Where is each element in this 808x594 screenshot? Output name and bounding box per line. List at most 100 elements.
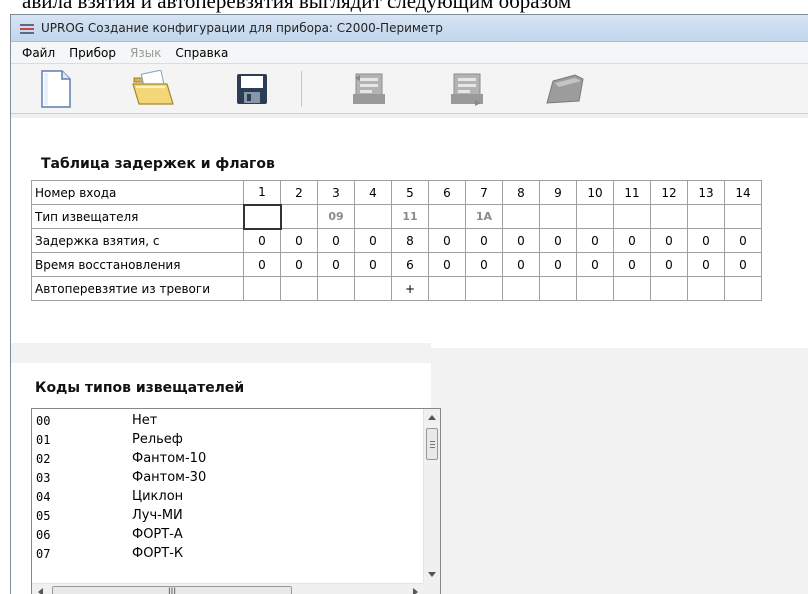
menu-language[interactable]: Язык [123, 42, 168, 64]
table-cell[interactable]: 0 [317, 228, 355, 253]
table-cell[interactable]: 6 [391, 252, 429, 277]
table-cell[interactable]: 0 [687, 228, 725, 253]
list-item[interactable]: 07 ФОРТ-К [32, 544, 422, 563]
table-cell[interactable]: 0 [724, 252, 762, 277]
table-cell[interactable] [354, 204, 392, 229]
table-cell[interactable]: 11 [391, 204, 429, 229]
list-item[interactable]: 02 Фантом-10 [32, 449, 422, 468]
delay-table-row: Автоперевзятие из тревоги + [31, 276, 762, 301]
scroll-right-icon[interactable] [413, 588, 418, 594]
horizontal-scroll-thumb[interactable]: III [52, 586, 292, 594]
table-cell[interactable] [428, 276, 466, 301]
codes-list-title: Коды типов извещателей [35, 380, 245, 396]
table-cell[interactable]: 1A [465, 204, 503, 229]
background-panel [431, 348, 808, 594]
scroll-up-icon[interactable] [428, 415, 436, 420]
table-cell[interactable] [650, 276, 688, 301]
save-button[interactable] [225, 68, 279, 110]
menu-file[interactable]: Файл [15, 42, 62, 64]
detector-code: 01 [36, 432, 51, 447]
table-cell[interactable]: 0 [724, 228, 762, 253]
open-button[interactable] [127, 68, 181, 110]
table-cell[interactable] [576, 276, 614, 301]
table-cell[interactable] [354, 276, 392, 301]
input-number-cell: 7 [465, 180, 503, 205]
table-cell[interactable]: 0 [280, 228, 318, 253]
detector-code: 07 [36, 546, 51, 561]
detector-codes-list[interactable]: 00 Нет 01 Рельеф 02 Фантом-10 03 Фантом-30 04 Цик… [31, 408, 441, 594]
vertical-scrollbar[interactable] [423, 409, 440, 583]
input-number-cell: 13 [687, 180, 725, 205]
table-cell[interactable] [502, 204, 540, 229]
detector-code: 05 [36, 508, 51, 523]
table-cell[interactable] [428, 204, 466, 229]
table-cell[interactable]: 0 [354, 252, 392, 277]
table-cell[interactable]: + [391, 276, 429, 301]
list-item[interactable]: 04 Циклон [32, 487, 422, 506]
scroll-down-icon[interactable] [428, 572, 436, 577]
table-cell[interactable]: 0 [613, 252, 651, 277]
table-cell[interactable]: 0 [576, 228, 614, 253]
list-item[interactable]: 01 Рельеф [32, 430, 422, 449]
delay-table-row: Номер входа 1 2 3 4 5 6 7 8 9 10 11 12 13 14 [31, 180, 762, 205]
vertical-scroll-thumb[interactable] [426, 428, 438, 460]
table-cell[interactable]: 0 [687, 252, 725, 277]
table-cell[interactable] [317, 276, 355, 301]
table-cell[interactable] [650, 204, 688, 229]
table-cell[interactable]: 8 [391, 228, 429, 253]
table-cell[interactable] [724, 276, 762, 301]
table-cell[interactable] [576, 204, 614, 229]
list-item[interactable]: 05 Луч-МИ [32, 506, 422, 525]
table-cell[interactable]: 0 [650, 228, 688, 253]
table-cell[interactable] [539, 204, 577, 229]
table-cell[interactable]: 0 [576, 252, 614, 277]
table-cell[interactable]: 0 [539, 252, 577, 277]
input-number-cell: 1 [243, 180, 281, 205]
table-cell[interactable] [613, 276, 651, 301]
background-strip [11, 343, 431, 363]
input-number-cell: 5 [391, 180, 429, 205]
table-cell[interactable]: 0 [243, 228, 281, 253]
table-cell[interactable] [242, 203, 282, 230]
scroll-left-icon[interactable] [38, 588, 43, 594]
list-item[interactable]: 06 ФОРТ-А [32, 525, 422, 544]
write-config-icon [451, 73, 483, 106]
table-cell[interactable]: 0 [317, 252, 355, 277]
table-cell[interactable] [687, 204, 725, 229]
window-title: UPROG Создание конфигурации для прибора:… [41, 21, 443, 35]
list-item[interactable]: 03 Фантом-30 [32, 468, 422, 487]
table-cell[interactable]: 0 [650, 252, 688, 277]
table-cell[interactable]: 0 [428, 228, 466, 253]
table-cell[interactable] [613, 204, 651, 229]
table-cell[interactable]: 0 [280, 252, 318, 277]
write-config-button[interactable] [440, 68, 494, 110]
table-cell[interactable] [280, 276, 318, 301]
menu-device[interactable]: Прибор [62, 42, 123, 64]
new-button[interactable] [29, 68, 83, 110]
table-cell[interactable] [502, 276, 540, 301]
table-cell[interactable] [687, 276, 725, 301]
read-config-button[interactable] [342, 68, 396, 110]
table-cell[interactable]: 0 [243, 252, 281, 277]
main-content: Таблица задержек и флагов Номер входа 1 2 3… [11, 118, 808, 594]
table-cell[interactable] [280, 204, 318, 229]
table-cell[interactable]: 0 [428, 252, 466, 277]
input-number-cell: 9 [539, 180, 577, 205]
table-cell[interactable]: 0 [539, 228, 577, 253]
table-cell[interactable] [243, 276, 281, 301]
table-cell[interactable] [724, 204, 762, 229]
input-number-cell: 10 [576, 180, 614, 205]
table-cell[interactable]: 0 [613, 228, 651, 253]
table-cell[interactable]: 0 [502, 252, 540, 277]
table-cell[interactable]: 0 [354, 228, 392, 253]
table-cell[interactable] [465, 276, 503, 301]
list-item[interactable]: 00 Нет [32, 411, 422, 430]
table-cell[interactable]: 09 [317, 204, 355, 229]
table-cell[interactable] [539, 276, 577, 301]
table-cell[interactable]: 0 [465, 252, 503, 277]
menu-help[interactable]: Справка [168, 42, 235, 64]
horizontal-scrollbar[interactable]: III [32, 583, 424, 594]
table-cell[interactable]: 0 [502, 228, 540, 253]
table-cell[interactable]: 0 [465, 228, 503, 253]
device-button[interactable] [538, 68, 592, 110]
